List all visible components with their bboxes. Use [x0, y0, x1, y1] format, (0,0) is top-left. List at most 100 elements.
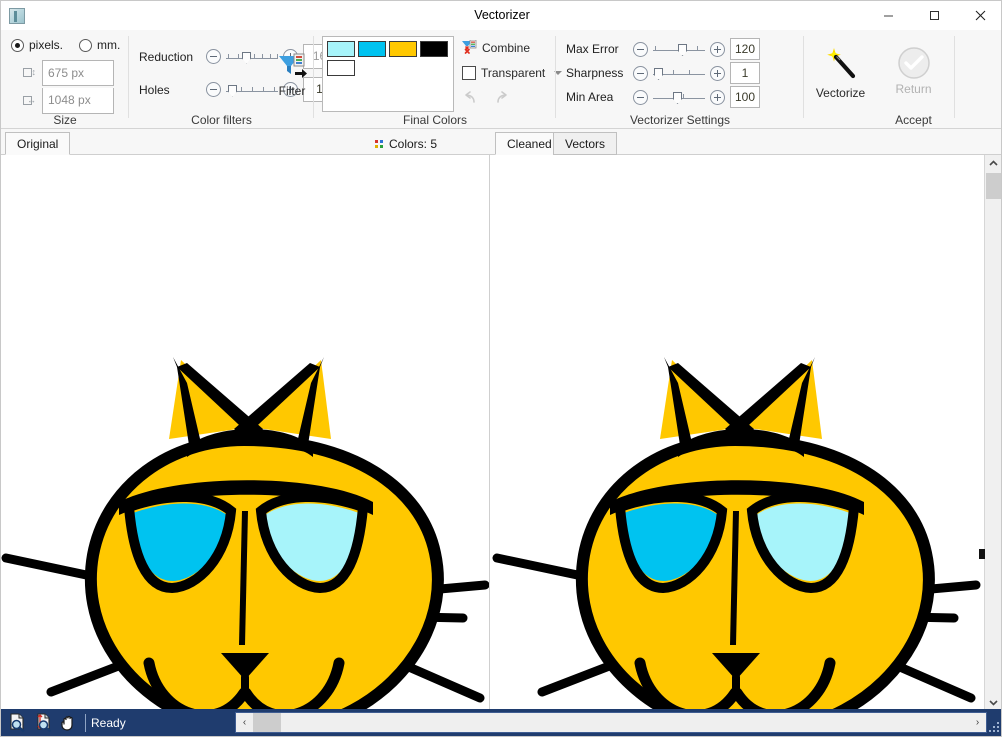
reduction-label: Reduction: [139, 50, 201, 64]
max-error-increment-button[interactable]: [710, 42, 725, 57]
radio-mm-dot: [79, 39, 92, 52]
swatch-row: [327, 41, 449, 76]
cleaned-image-pane[interactable]: [491, 155, 981, 711]
status-message: Ready: [91, 716, 246, 730]
transparent-label: Transparent: [481, 66, 545, 80]
holes-label: Holes: [139, 83, 201, 97]
return-button[interactable]: Return: [877, 46, 950, 96]
max-error-decrement-button[interactable]: [633, 42, 648, 57]
holes-decrement-button[interactable]: [206, 82, 221, 97]
resize-grip[interactable]: [989, 722, 1001, 734]
radio-pixels-label: pixels.: [29, 38, 63, 52]
vectorize-button[interactable]: Vectorize: [804, 46, 877, 100]
vertical-scrollbar-thumb[interactable]: [986, 173, 1001, 199]
filter-button[interactable]: Filter: [271, 52, 313, 98]
colors-indicator: Colors: 5: [375, 137, 437, 151]
reduction-decrement-button[interactable]: [206, 49, 221, 64]
sharpness-slider[interactable]: [653, 65, 705, 81]
filter-button-label: Filter: [279, 84, 306, 98]
magic-wand-icon: [822, 46, 860, 84]
max-error-slider[interactable]: [653, 41, 705, 57]
group-label-color-filters: Color filters: [129, 113, 314, 127]
color-dots-icon: [375, 140, 384, 149]
colors-indicator-label: Colors: 5: [389, 137, 437, 151]
sharpness-label: Sharpness: [566, 66, 628, 80]
group-label-final-colors: Final Colors: [314, 113, 556, 127]
swatch-cyan[interactable]: [358, 41, 386, 57]
max-error-value[interactable]: 120: [730, 38, 760, 60]
work-area: Original Cleaned Vectors: [1, 129, 1002, 711]
transparent-checkbox-box[interactable]: [462, 66, 476, 80]
filter-remove-icon: [462, 40, 477, 55]
check-circle-icon: [897, 46, 931, 80]
redo-arrow-icon[interactable]: [493, 90, 510, 105]
undo-arrow-icon[interactable]: [462, 90, 479, 105]
radio-pixels-dot: [11, 39, 24, 52]
swatch-pale-cyan[interactable]: [327, 41, 355, 57]
image-panes: [1, 155, 1002, 711]
ribbon-toolbar: pixels. mm. ↕ 675 px ↔ 1048 px Size: [1, 30, 1002, 129]
final-colors-palette[interactable]: [322, 36, 454, 112]
min-area-row: Min Area 100: [566, 86, 760, 108]
window-controls: [865, 1, 1002, 30]
status-divider: [85, 714, 86, 732]
ribbon-group-vectorizer-settings: Max Error 120 Sharpness: [556, 30, 804, 129]
horizontal-scrollbar-thumb[interactable]: [253, 713, 281, 732]
height-arrow-icon: ↔: [23, 94, 36, 108]
combine-button[interactable]: Combine: [462, 40, 530, 55]
minimize-button[interactable]: [865, 1, 911, 30]
close-button[interactable]: [957, 1, 1002, 30]
hscroll-track[interactable]: [253, 713, 969, 732]
swatch-white[interactable]: [327, 60, 355, 76]
sharpness-increment-button[interactable]: [710, 66, 725, 81]
vertical-scrollbar[interactable]: [984, 155, 1001, 711]
width-row: ↕ 675 px: [23, 60, 114, 86]
status-bar: Ready ‹ ›: [1, 709, 1002, 736]
horizontal-scrollbar[interactable]: ‹ ›: [235, 712, 987, 733]
return-button-label: Return: [895, 82, 931, 96]
zoom-fit-height-icon[interactable]: [32, 712, 54, 733]
ribbon-group-final-colors: Combine Transparent Final Colors: [314, 30, 556, 129]
scroll-up-button[interactable]: [985, 155, 1002, 172]
cat-face-drawing-cleaned: [491, 155, 981, 711]
undo-redo-group: [462, 90, 510, 105]
min-area-value[interactable]: 100: [730, 86, 760, 108]
zoom-fit-page-icon[interactable]: [6, 712, 28, 733]
pan-hand-icon[interactable]: [58, 712, 80, 733]
radio-pixels[interactable]: pixels.: [11, 38, 63, 52]
vectorizer-window: Vectorizer pixels. mm.: [0, 0, 1002, 737]
original-image-pane[interactable]: [1, 155, 490, 711]
height-input[interactable]: 1048 px: [42, 88, 114, 114]
max-error-label: Max Error: [566, 42, 628, 56]
radio-mm[interactable]: mm.: [79, 38, 120, 52]
tab-original[interactable]: Original: [5, 132, 70, 155]
combine-label: Combine: [482, 41, 530, 55]
scroll-marker: [979, 549, 985, 559]
cat-face-drawing-original: [1, 155, 490, 711]
ribbon-group-vectorize: Vectorize: [804, 30, 877, 129]
sharpness-value[interactable]: 1: [730, 62, 760, 84]
min-area-increment-button[interactable]: [710, 90, 725, 105]
title-bar: Vectorizer: [1, 1, 1002, 30]
tab-vectors[interactable]: Vectors: [553, 132, 617, 155]
group-label-vectorizer-settings: Vectorizer Settings: [556, 113, 804, 127]
maximize-button[interactable]: [911, 1, 957, 30]
hscroll-left-button[interactable]: ‹: [236, 713, 253, 732]
width-input[interactable]: 675 px: [42, 60, 114, 86]
min-area-slider[interactable]: [653, 89, 705, 105]
filter-funnel-icon: [277, 52, 307, 82]
swatch-black[interactable]: [420, 41, 448, 57]
unit-radio-group: pixels. mm.: [11, 38, 120, 52]
transparent-checkbox[interactable]: Transparent: [462, 66, 562, 80]
ribbon-group-size: pixels. mm. ↕ 675 px ↔ 1048 px Size: [1, 30, 129, 129]
hscroll-right-button[interactable]: ›: [969, 713, 986, 732]
ribbon-group-color-filters: Reduction 16 Holes: [129, 30, 314, 129]
window-title: Vectorizer: [1, 1, 1002, 30]
group-label-size: Size: [1, 113, 129, 127]
width-arrow-icon: ↕: [23, 66, 36, 80]
sharpness-row: Sharpness 1: [566, 62, 760, 84]
min-area-label: Min Area: [566, 90, 628, 104]
min-area-decrement-button[interactable]: [633, 90, 648, 105]
swatch-gold[interactable]: [389, 41, 417, 57]
sharpness-decrement-button[interactable]: [633, 66, 648, 81]
